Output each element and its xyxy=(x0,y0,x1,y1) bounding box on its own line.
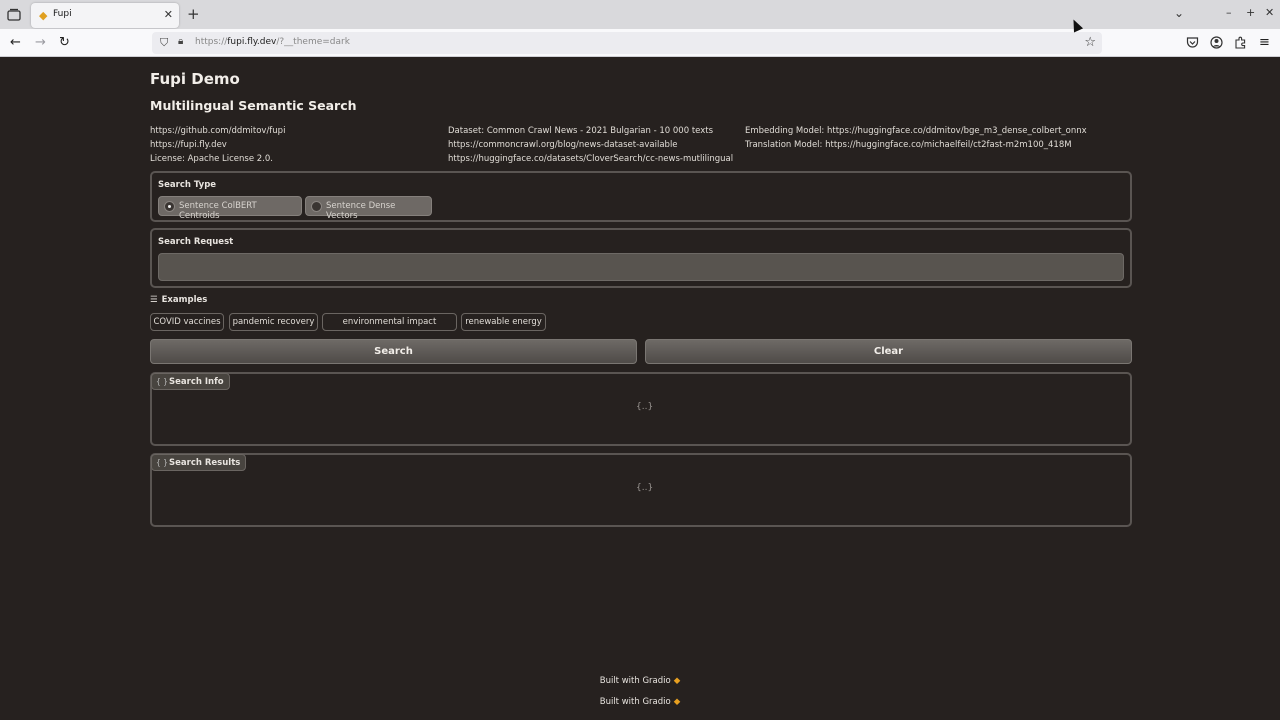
extensions-puzzle-icon[interactable] xyxy=(1234,36,1247,49)
search-button[interactable]: Search xyxy=(150,339,637,364)
footer-built-with[interactable]: Built with Gradio ◆ xyxy=(0,676,1280,686)
project-repo-link[interactable]: https://github.com/ddmitov/fupi xyxy=(150,124,285,138)
account-icon[interactable] xyxy=(1210,36,1223,49)
license-text: License: Apache License 2.0. xyxy=(150,154,273,164)
examples-header: ☰ Examples xyxy=(150,295,207,305)
search-type-block: Search Type Sentence ColBERT Centroids S… xyxy=(150,171,1132,222)
search-info-label-text: Search Info xyxy=(169,377,224,387)
hamburger-menu-icon[interactable]: ≡ xyxy=(1259,35,1270,51)
new-tab-icon[interactable]: + xyxy=(187,6,200,22)
gradio-logo-icon: ◆ xyxy=(673,676,681,686)
pocket-icon[interactable] xyxy=(1186,36,1199,49)
search-request-label: Search Request xyxy=(158,237,234,247)
search-request-input[interactable] xyxy=(158,253,1124,281)
page-title: Fupi Demo xyxy=(150,70,240,88)
reload-icon[interactable]: ↻ xyxy=(59,35,70,51)
radio-selected-icon xyxy=(164,201,175,212)
translation-model-text: Translation Model: https://huggingface.c… xyxy=(745,140,1072,150)
commoncrawl-link[interactable]: https://commoncrawl.org/blog/news-datase… xyxy=(448,138,733,152)
radio-label: Sentence Dense Vectors xyxy=(326,201,396,221)
search-request-block: Search Request xyxy=(150,228,1132,288)
example-chip[interactable]: environmental impact xyxy=(322,313,457,331)
footer-text[interactable]: Built with Gradio xyxy=(600,676,671,686)
radio-unselected-icon xyxy=(311,201,322,212)
forward-arrow-icon[interactable]: → xyxy=(35,35,46,51)
bookmark-star-icon[interactable]: ☆ xyxy=(1084,35,1096,50)
json-braces-icon: { } xyxy=(156,377,168,386)
clear-button[interactable]: Clear xyxy=(645,339,1132,364)
project-site-link[interactable]: https://fupi.fly.dev xyxy=(150,138,285,152)
dataset-text: Dataset: Common Crawl News - 2021 Bulgar… xyxy=(448,126,714,136)
list-all-tabs-chevron-icon[interactable]: ⌄ xyxy=(1174,6,1184,20)
example-chip[interactable]: pandemic recovery xyxy=(229,313,318,331)
examples-label: Examples xyxy=(161,295,208,305)
huggingface-dataset-link[interactable]: https://huggingface.co/datasets/CloverSe… xyxy=(448,152,733,166)
list-icon: ☰ xyxy=(150,295,158,305)
search-results-block: { } Search Results {..} xyxy=(150,453,1132,527)
lock-icon[interactable]: 🔒︎ xyxy=(178,36,183,47)
embedding-model-text: Embedding Model: https://huggingface.co/… xyxy=(745,126,1087,136)
search-info-block: { } Search Info {..} xyxy=(150,372,1132,446)
json-empty-placeholder: {..} xyxy=(636,483,654,493)
tracking-shield-icon[interactable]: ⛉ xyxy=(160,36,168,50)
close-window-icon[interactable]: ✕ xyxy=(1265,6,1274,19)
firefox-view-icon[interactable] xyxy=(6,7,22,23)
search-type-label: Search Type xyxy=(158,180,217,190)
project-info-column: https://github.com/ddmitov/fupi https://… xyxy=(150,124,285,166)
page-subtitle: Multilingual Semantic Search xyxy=(150,98,357,113)
json-braces-icon: { } xyxy=(156,458,168,467)
url-bar[interactable]: ⛉ 🔒︎ https://fupi.fly.dev/?__theme=dark … xyxy=(152,32,1102,54)
minimize-window-icon[interactable]: – xyxy=(1226,6,1232,19)
dataset-info-column: Dataset: Common Crawl News - 2021 Bulgar… xyxy=(448,124,733,166)
radio-colbert-centroids[interactable]: Sentence ColBERT Centroids xyxy=(158,196,302,221)
tab-title: Fupi xyxy=(53,9,72,19)
footer-text[interactable]: Built with Gradio xyxy=(600,697,671,707)
gradio-logo-icon: ◆ xyxy=(673,697,681,707)
browser-tab-active[interactable]: ◆ Fupi ✕ xyxy=(31,3,179,28)
search-results-label-text: Search Results xyxy=(169,458,241,468)
gradio-app: Fupi Demo Multilingual Semantic Search h… xyxy=(0,57,1280,720)
example-chip[interactable]: renewable energy xyxy=(461,313,546,331)
browser-tab-bar: ◆ Fupi ✕ + ⌄ – + ✕ xyxy=(0,0,1280,29)
json-empty-placeholder: {..} xyxy=(636,402,654,412)
url-text[interactable]: https://fupi.fly.dev/?__theme=dark xyxy=(195,37,350,47)
example-chip[interactable]: COVID vaccines xyxy=(150,313,224,331)
search-results-label: { } Search Results xyxy=(151,454,247,471)
gradio-favicon-icon: ◆ xyxy=(39,9,48,22)
back-arrow-icon[interactable]: ← xyxy=(10,35,21,51)
search-info-label: { } Search Info xyxy=(151,373,230,390)
model-info-column: Embedding Model: https://huggingface.co/… xyxy=(745,124,1087,152)
maximize-window-icon[interactable]: + xyxy=(1246,6,1255,19)
tab-close-icon[interactable]: ✕ xyxy=(164,8,173,21)
radio-dense-vectors[interactable]: Sentence Dense Vectors xyxy=(305,196,432,221)
browser-nav-bar: ← → ↻ ⛉ 🔒︎ https://fupi.fly.dev/?__theme… xyxy=(0,29,1280,57)
radio-label: Sentence ColBERT Centroids xyxy=(179,201,257,221)
footer-built-with[interactable]: Built with Gradio ◆ xyxy=(0,697,1280,707)
